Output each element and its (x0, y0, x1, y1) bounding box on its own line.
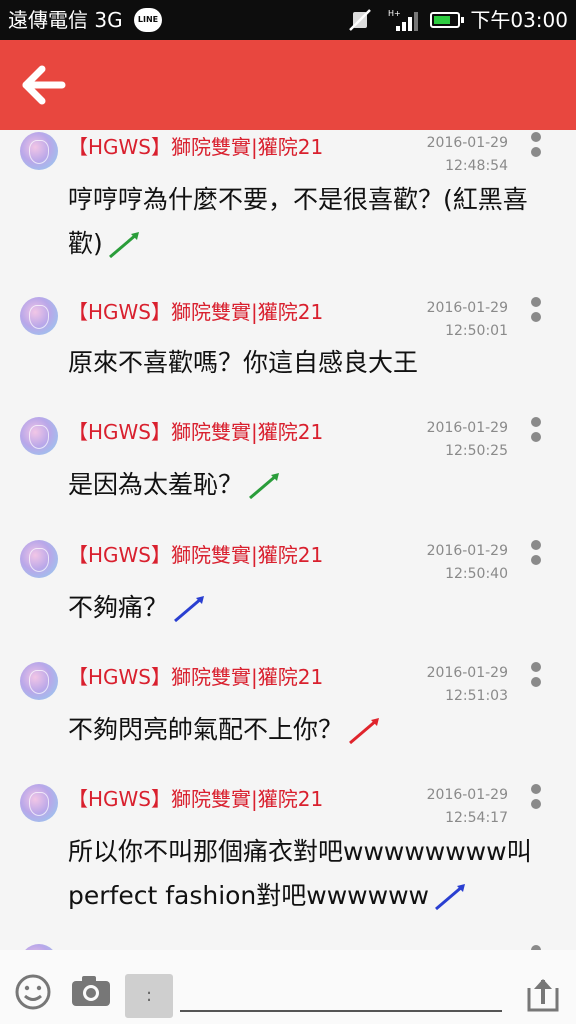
avatar[interactable] (20, 297, 58, 335)
smiley-icon[interactable] (14, 973, 52, 1011)
timestamp: 2016-01-29 12:50:01 (398, 297, 508, 343)
mute-icon (349, 9, 371, 31)
network-type-label: H+ (388, 9, 401, 18)
message-body: 不夠痛？ (68, 586, 558, 630)
message-body: 所以你不叫那個痛衣對吧wwwwwwww叫perfect fashion對吧www… (68, 830, 558, 918)
sender-name[interactable]: 【HGWS】獅院雙實|獾院21 (68, 419, 323, 445)
message-feed[interactable]: 【HGWS】獅院雙實|獾院21 2016-01-29 12:48:54 哼哼哼為… (0, 130, 576, 950)
clock: 下午03:00 (470, 8, 568, 32)
timestamp: 2016-01-29 12:50:40 (398, 540, 508, 586)
message-item: 【HGWS】獅院雙實|獾院21 2016-01-29 12:51:03 不夠閃亮… (0, 660, 576, 770)
timestamp: 2016-01-29 12:50:25 (398, 417, 508, 463)
message-body: 原來不喜歡嗎？你這自感良大王 (68, 341, 558, 385)
back-arrow-icon[interactable] (20, 64, 68, 106)
send-icon[interactable] (524, 974, 562, 1014)
sticker-button[interactable]: : (125, 974, 173, 1018)
timestamp-time: 12:54:17 (445, 810, 508, 826)
message-body: 不夠閃亮帥氣配不上你？ (68, 708, 558, 752)
avatar[interactable] (20, 784, 58, 822)
status-bar: 遠傳電信 3G LINE H+ 下午03:00 (0, 0, 576, 40)
timestamp: 2016-01-29 12:51:03 (398, 662, 508, 708)
sender-name[interactable]: 【HGWS】獅院雙實|獾院21 (68, 664, 323, 690)
blue-horn-icon (434, 884, 465, 911)
green-horn-icon (108, 232, 139, 259)
sender-name[interactable]: 【HGWS】獅院雙實|獾院21 (68, 786, 323, 812)
timestamp-date: 2016-01-29 (426, 300, 508, 316)
message-input[interactable] (180, 974, 502, 1012)
sender-name[interactable]: 【HGWS】獅院雙實|獾院21 (68, 542, 323, 568)
timestamp: 2016-01-29 12:48:54 (398, 132, 508, 178)
timestamp-date: 2016-01-29 (426, 665, 508, 681)
signal-icon: H+ (388, 9, 418, 31)
message-body: 是因為太羞恥？ (68, 463, 558, 507)
more-options-button[interactable] (526, 540, 546, 580)
message-item: 【HGWS】獅院雙實|獾院21 2016-01-29 12:48:54 哼哼哼為… (0, 130, 576, 285)
message-item: 【HGWS】獅院雙實|獾院21 2016-01-29 12:50:25 是因為太… (0, 415, 576, 525)
avatar[interactable] (20, 132, 58, 170)
timestamp-time: 12:51:03 (445, 688, 508, 704)
message-text: 不夠閃亮帥氣配不上你？ (68, 715, 344, 744)
message-text: 原來不喜歡嗎？你這自感良大王 (68, 348, 419, 377)
more-options-button[interactable] (526, 784, 546, 824)
timestamp: 2016-01-29 12:54:17 (398, 784, 508, 830)
timestamp-time: 12:50:25 (445, 443, 508, 459)
message-body: 哼哼哼為什麼不要，不是很喜歡？(紅黑喜歡) (68, 178, 558, 266)
more-options-button[interactable] (526, 297, 546, 337)
more-options-button[interactable] (526, 662, 546, 702)
timestamp-time: 12:50:01 (445, 323, 508, 339)
message-text: 不夠痛？ (68, 593, 169, 622)
sender-name[interactable]: 【HGWS】獅院雙實|獾院21 (68, 299, 323, 325)
avatar[interactable] (20, 662, 58, 700)
line-notification-icon: LINE (134, 8, 162, 32)
timestamp-time: 12:50:40 (445, 566, 508, 582)
message-item: 【HGWS】獅院雙實|獾院21 2016-01-29 12:50:40 不夠痛？ (0, 538, 576, 648)
camera-icon[interactable] (70, 974, 112, 1008)
timestamp-date: 2016-01-29 (426, 135, 508, 151)
timestamp-date: 2016-01-29 (426, 543, 508, 559)
avatar[interactable] (20, 417, 58, 455)
red-horn-icon (349, 718, 380, 745)
app-bar (0, 40, 576, 130)
timestamp-date: 2016-01-29 (426, 787, 508, 803)
message-text: 是因為太羞恥？ (68, 470, 244, 499)
timestamp-time: 12:48:54 (445, 158, 508, 174)
message-item: 【HGWS】獅院雙實|獾院21 2016-01-29 12:54:17 所以你不… (0, 782, 576, 937)
message-item: 【HGWS】獅院雙實|獾院21 2016-01-29 12:50:01 原來不喜… (0, 295, 576, 405)
blue-horn-icon (174, 596, 205, 623)
sender-name[interactable]: 【HGWS】獅院雙實|獾院21 (68, 134, 323, 160)
more-options-button[interactable] (526, 417, 546, 457)
more-options-button[interactable] (526, 132, 546, 172)
green-horn-icon (249, 473, 280, 500)
input-bar: : (0, 950, 576, 1024)
avatar[interactable] (20, 540, 58, 578)
timestamp-date: 2016-01-29 (426, 420, 508, 436)
battery-icon (430, 12, 464, 28)
carrier-label: 遠傳電信 3G (8, 8, 123, 32)
